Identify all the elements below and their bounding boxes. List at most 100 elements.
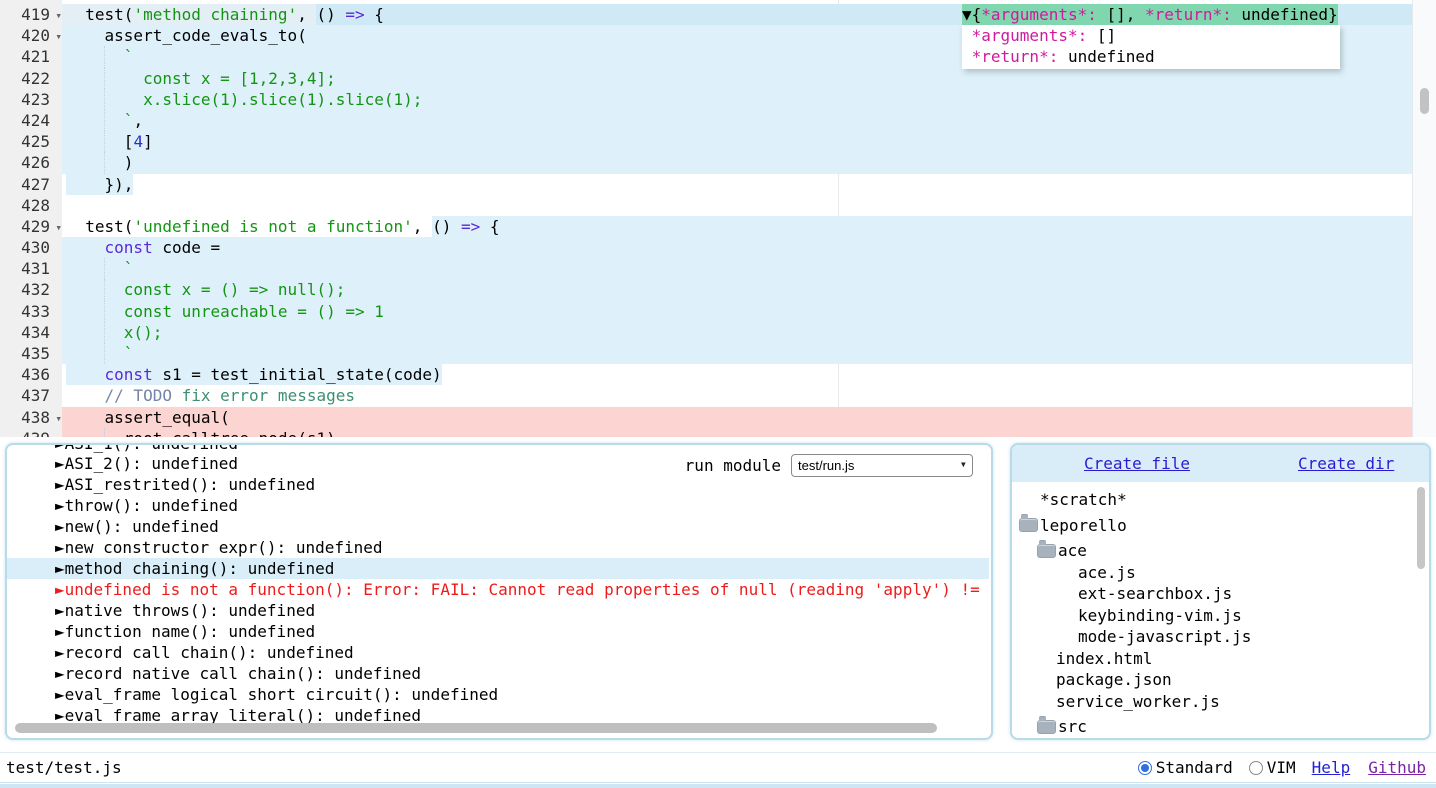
code-token: [], <box>1097 5 1145 24</box>
code-line[interactable] <box>62 195 1412 216</box>
create-file-link[interactable]: Create file <box>1084 454 1190 473</box>
code-line[interactable]: ` <box>62 343 1412 364</box>
code-token: ▼{ <box>962 5 981 24</box>
line-number: 429▾ <box>0 216 62 237</box>
file-tree-file[interactable]: package.json <box>1012 669 1429 691</box>
code-line[interactable]: test('undefined is not a function', () =… <box>62 216 1412 237</box>
code-line[interactable]: [4] <box>62 131 1412 152</box>
file-tree-file[interactable]: service_worker.js <box>1012 691 1429 713</box>
fold-arrow-icon[interactable]: ▾ <box>55 217 62 238</box>
code-token <box>66 237 105 258</box>
file-tree-folder[interactable]: leporello <box>1012 515 1429 537</box>
code-token <box>66 365 105 384</box>
test-result-row[interactable]: ►record call chain(): undefined <box>7 642 989 663</box>
line-number: 424 <box>0 110 62 131</box>
github-link[interactable]: Github <box>1368 758 1426 777</box>
keyboard-mode-standard-label: Standard <box>1156 758 1233 777</box>
value-inspector-tooltip: ▼{*arguments*: [], *return*: undefined} … <box>962 4 1340 69</box>
code-token: root_calltree_node(s1), <box>66 428 345 437</box>
keyboard-mode-standard-radio[interactable] <box>1138 761 1152 775</box>
code-token: 'method chaining' <box>133 4 297 25</box>
file-tree-file[interactable]: ast_utils.js <box>1012 738 1429 741</box>
test-result-row[interactable]: ►native throws(): undefined <box>7 600 989 621</box>
file-panel-header: Create file Create dir <box>1012 445 1429 482</box>
code-line[interactable]: const x = [1,2,3,4]; <box>62 68 1412 89</box>
test-result-row[interactable]: ►eval_frame logical short circuit(): und… <box>7 684 989 705</box>
line-number-gutter[interactable]: 419▾420▾421422423424425426427428429▾4304… <box>0 0 62 437</box>
code-line[interactable]: const x = () => null(); <box>62 279 1412 300</box>
code-line[interactable]: const s1 = test_initial_state(code) <box>62 364 1412 385</box>
code-line[interactable]: const unreachable = () => 1 <box>62 301 1412 322</box>
line-number: 431 <box>0 258 62 279</box>
inspector-header-row[interactable]: ▼{*arguments*: [], *return*: undefined} <box>962 4 1338 25</box>
help-link[interactable]: Help <box>1312 758 1351 777</box>
test-result-row[interactable]: ►ASI_restrited(): undefined <box>7 474 989 495</box>
code-line[interactable]: assert_equal( <box>62 407 1412 428</box>
code-token <box>66 46 124 67</box>
test-result-row[interactable]: ►throw(): undefined <box>7 495 989 516</box>
file-tree-file[interactable]: ace.js <box>1012 562 1429 584</box>
fold-arrow-icon[interactable]: ▾ <box>55 408 62 429</box>
status-bar: test/test.js Standard VIM Help Github <box>0 752 1436 783</box>
test-results-panel: ►ASI_1(): undefined►ASI_2(): undefined►A… <box>5 443 993 740</box>
indent-guide <box>104 68 105 89</box>
keyboard-mode-vim-label: VIM <box>1267 758 1296 777</box>
file-tree-file[interactable]: *scratch* <box>1012 489 1429 511</box>
code-token: s1 = test_initial_state(code) <box>153 365 442 384</box>
code-line[interactable]: ` <box>62 258 1412 279</box>
create-dir-link[interactable]: Create dir <box>1298 454 1394 473</box>
line-number: 437 <box>0 385 62 406</box>
indent-guide <box>104 46 105 67</box>
test-result-row[interactable]: ►record native call chain(): undefined <box>7 663 989 684</box>
code-token: fix error messages <box>172 385 355 406</box>
code-token: // TODO <box>105 385 172 406</box>
fold-arrow-icon[interactable]: ▾ <box>55 26 62 47</box>
file-panel-scrollbar-thumb[interactable] <box>1417 487 1425 569</box>
inspector-property-row[interactable]: *return*: undefined <box>962 46 1340 67</box>
test-result-row[interactable]: ►new constructor expr(): undefined <box>7 537 989 558</box>
file-tree-file[interactable]: ext-searchbox.js <box>1012 583 1429 605</box>
code-line[interactable]: `, <box>62 110 1412 131</box>
code-token: ) <box>66 152 133 173</box>
line-number: 436 <box>0 364 62 385</box>
run-module-select[interactable]: test/run.js <box>791 454 973 477</box>
code-token: ` <box>124 258 134 279</box>
evaluated-highlight: const s1 = test_initial_state(code) <box>66 364 442 385</box>
line-number: 433 <box>0 301 62 322</box>
file-name: ace.js <box>1078 562 1136 584</box>
file-tree-folder[interactable]: ace <box>1012 540 1429 562</box>
keyboard-mode-vim-radio[interactable] <box>1249 761 1263 775</box>
code-line[interactable]: // TODO fix error messages <box>62 385 1412 406</box>
test-result-row[interactable]: ►function name(): undefined <box>7 621 989 642</box>
code-token: [ <box>66 131 133 152</box>
test-result-row[interactable]: ►method chaining(): undefined <box>7 558 989 579</box>
editor-scrollbar-track[interactable] <box>1412 0 1436 437</box>
inspector-body: *arguments*: [] *return*: undefined <box>962 25 1340 69</box>
code-token: const <box>105 365 153 384</box>
inspector-property-row[interactable]: *arguments*: [] <box>962 25 1340 46</box>
file-tree-folder[interactable]: src <box>1012 716 1429 738</box>
test-result-row[interactable]: ►undefined is not a function(): Error: F… <box>7 579 989 600</box>
code-token: const unreachable = () => 1 <box>124 301 384 322</box>
editor-scrollbar-thumb[interactable] <box>1420 88 1429 114</box>
file-tree-file[interactable]: index.html <box>1012 648 1429 670</box>
fold-arrow-icon[interactable]: ▾ <box>55 5 62 26</box>
test-result-row[interactable]: ►new(): undefined <box>7 516 989 537</box>
line-number: 432 <box>0 279 62 300</box>
file-tree-file[interactable]: mode-javascript.js <box>1012 626 1429 648</box>
line-number: 419▾ <box>0 4 62 25</box>
indent-guide <box>104 131 105 152</box>
code-line[interactable]: root_calltree_node(s1), <box>62 428 1412 437</box>
code-line[interactable]: x(); <box>62 322 1412 343</box>
code-token <box>66 322 124 343</box>
code-token: const x = [1,2,3,4]; <box>143 68 336 89</box>
console-horizontal-scrollbar-thumb[interactable] <box>15 723 937 733</box>
code-editor[interactable]: test('method chaining', () => { assert_c… <box>0 0 1436 437</box>
code-line[interactable]: }), <box>62 174 1412 195</box>
code-token: ` <box>124 46 134 67</box>
code-line[interactable]: ) <box>62 152 1412 173</box>
file-tree-file[interactable]: keybinding-vim.js <box>1012 605 1429 627</box>
code-line[interactable]: x.slice(1).slice(1).slice(1); <box>62 89 1412 110</box>
test-result-row[interactable]: ►ASI_1(): undefined <box>7 445 989 453</box>
code-line[interactable]: const code = <box>62 237 1412 258</box>
